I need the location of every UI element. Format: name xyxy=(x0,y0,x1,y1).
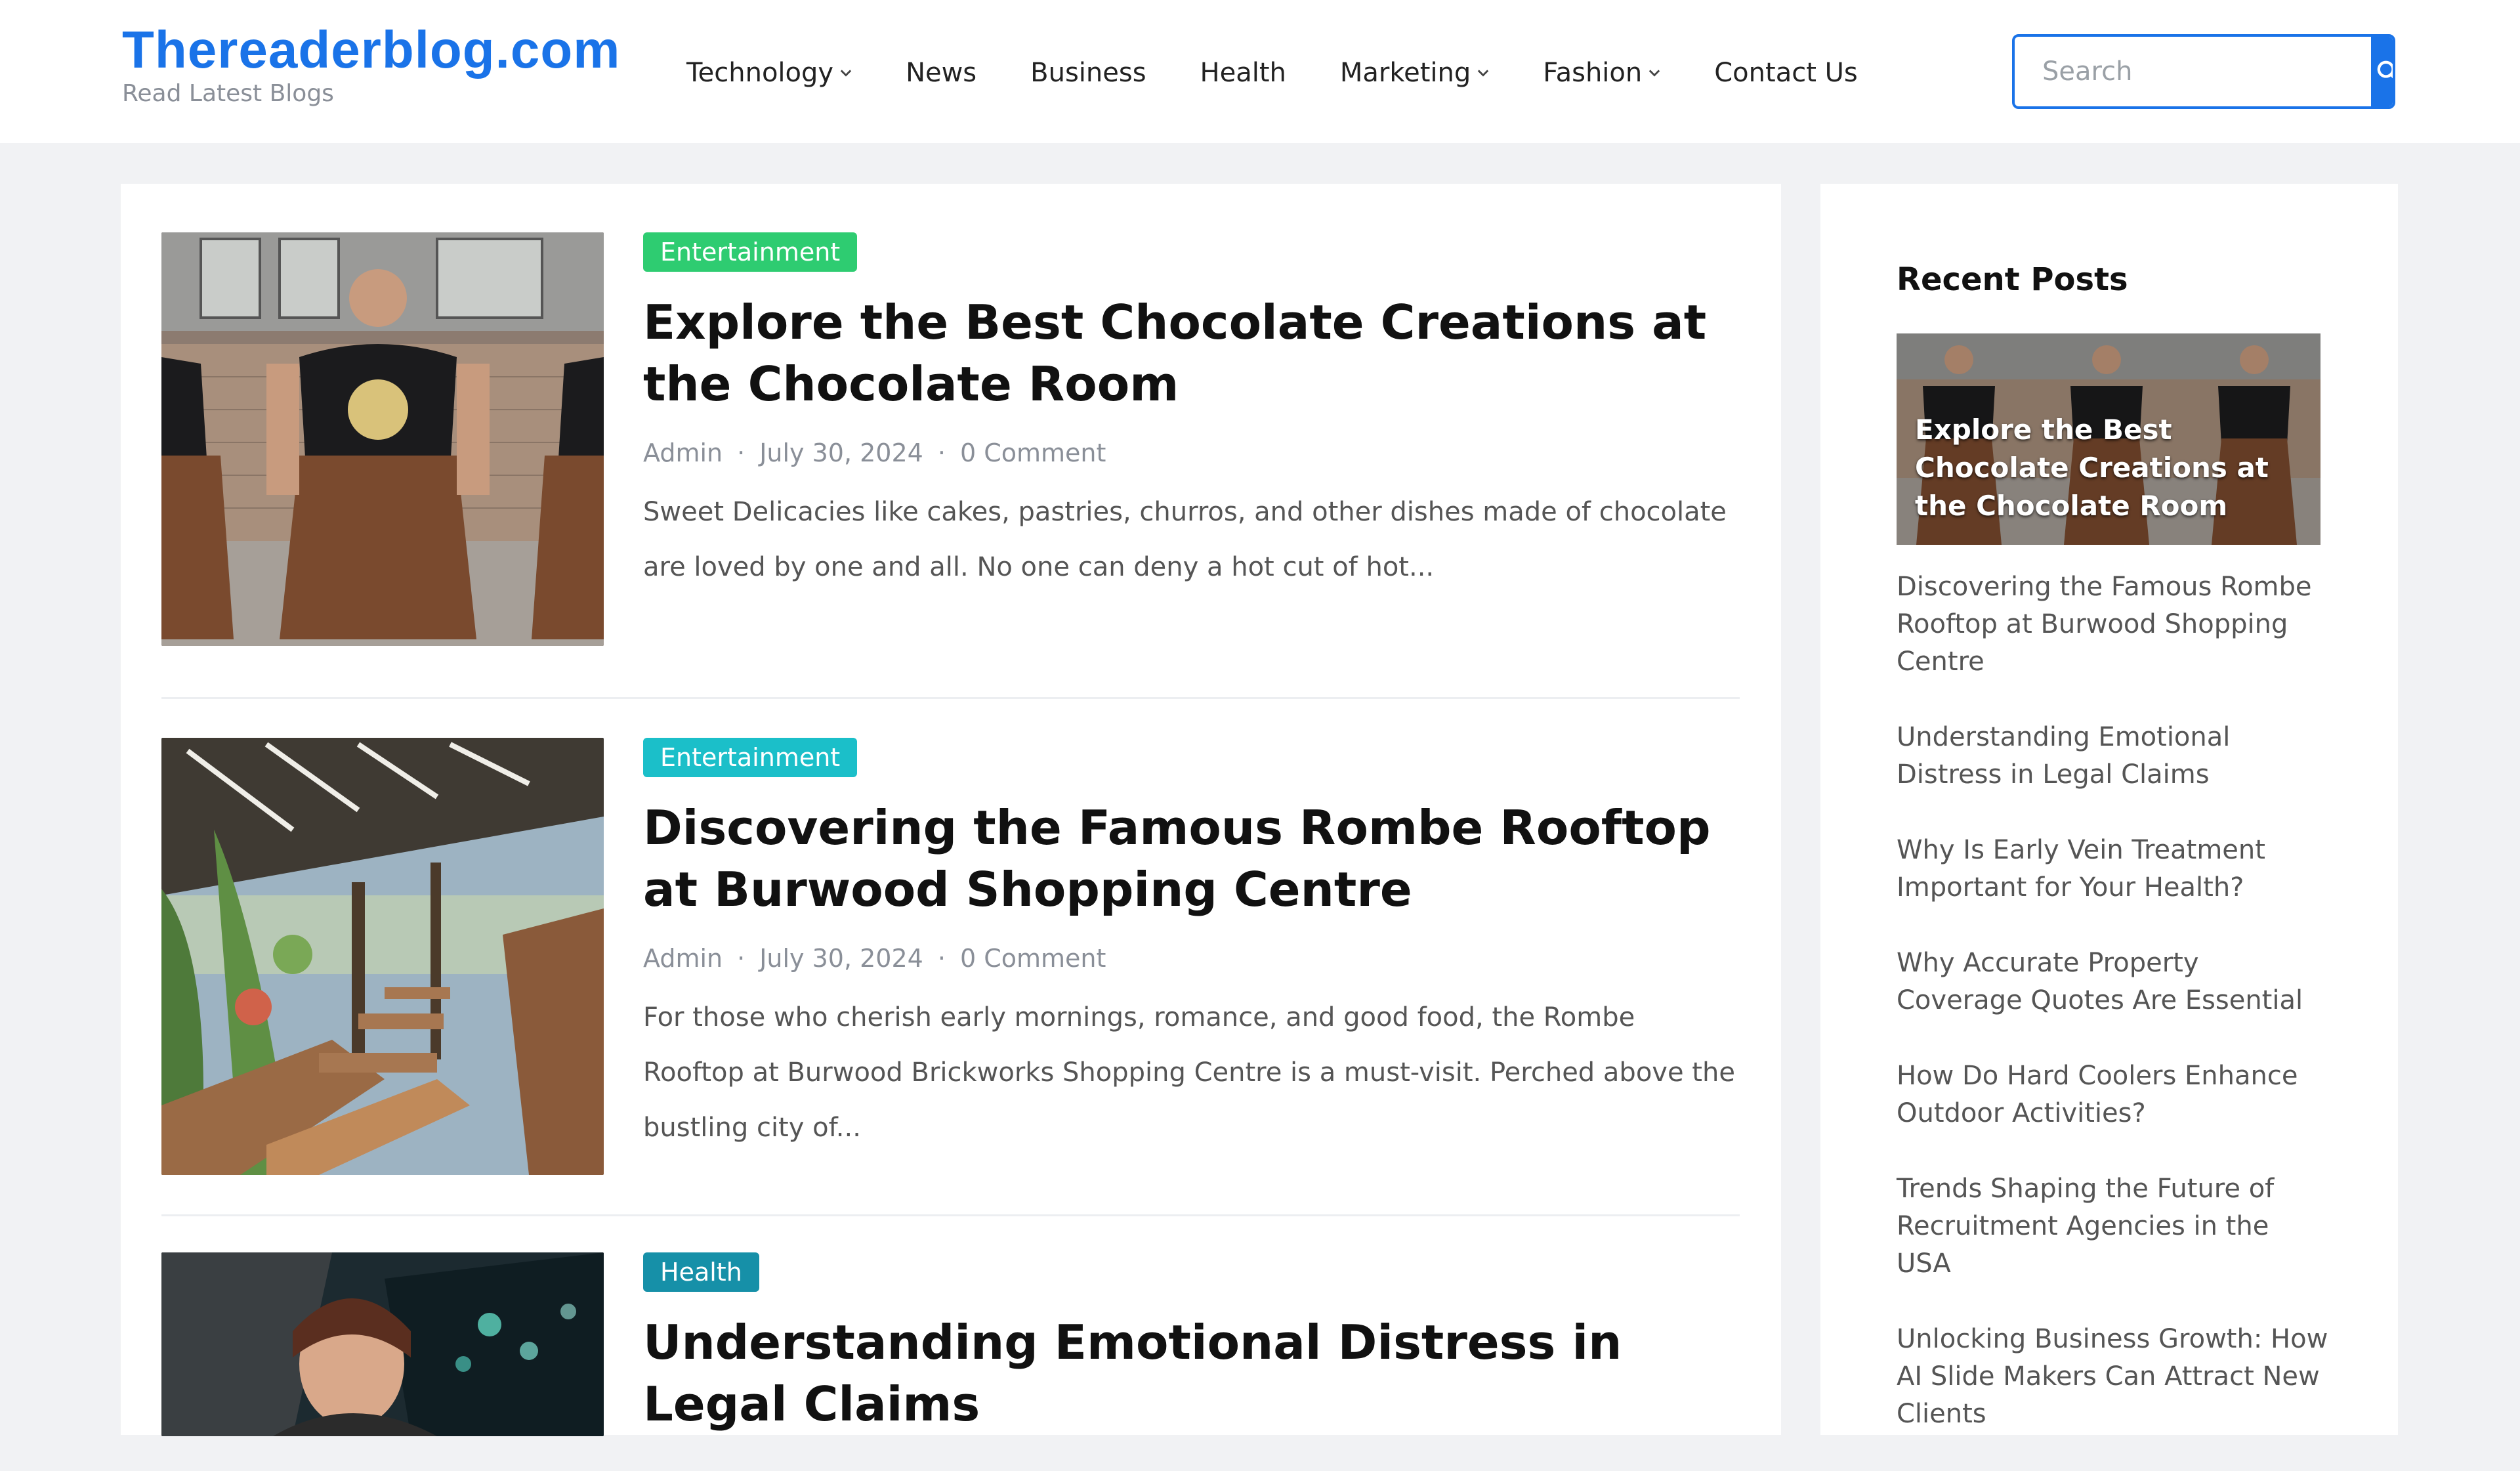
nav-item-label: Marketing xyxy=(1339,58,1471,88)
category-badge[interactable]: Entertainment xyxy=(643,232,858,272)
meta-separator: · xyxy=(737,944,746,973)
post-image xyxy=(161,738,604,1175)
post-comments[interactable]: 0 Comment xyxy=(960,944,1106,973)
nav-item-contact-us[interactable]: Contact Us xyxy=(1714,58,1857,88)
post-thumbnail[interactable] xyxy=(161,1252,604,1436)
brand: Thereaderblog.com Read Latest Blogs xyxy=(122,24,620,108)
post-author[interactable]: Admin xyxy=(643,944,723,973)
search-icon xyxy=(2377,60,2393,79)
meta-separator: · xyxy=(937,944,946,973)
post-excerpt: For those who cherish early mornings, ro… xyxy=(643,1002,1735,1143)
post-thumbnail[interactable] xyxy=(161,232,604,646)
nav-item-business[interactable]: Business xyxy=(1030,58,1146,88)
nav-item-health[interactable]: Health xyxy=(1200,58,1286,88)
main-nav: Technology News Business Health Marketin… xyxy=(686,58,1858,88)
site-header: Thereaderblog.com Read Latest Blogs Tech… xyxy=(0,0,2520,143)
post-body: Health Understanding Emotional Distress … xyxy=(643,1252,1739,1435)
post-meta: Admin · July 30, 2024 · 0 Comment xyxy=(643,944,1739,973)
recent-posts-title: Recent Posts xyxy=(1897,261,2128,298)
search-button[interactable] xyxy=(2371,37,2393,106)
post-excerpt: Sweet Delicacies like cakes, pastries, c… xyxy=(643,497,1727,582)
site-title-link[interactable]: Thereaderblog.com xyxy=(122,24,620,76)
post-title[interactable]: Understanding Emotional Distress in Lega… xyxy=(643,1311,1739,1435)
post-date[interactable]: July 30, 2024 xyxy=(759,944,923,973)
recent-post-link[interactable]: Understanding Emotional Distress in Lega… xyxy=(1897,719,2330,794)
recent-post-link[interactable]: Why Accurate Property Coverage Quotes Ar… xyxy=(1897,945,2330,1019)
post-date[interactable]: July 30, 2024 xyxy=(759,438,923,467)
post-image xyxy=(161,1252,604,1436)
nav-item-label: Contact Us xyxy=(1714,58,1858,88)
search-box xyxy=(2012,34,2395,109)
post-item: Entertainment Explore the Best Chocolate… xyxy=(161,232,1740,646)
nav-item-label: Technology xyxy=(686,58,834,88)
post-image xyxy=(161,232,604,646)
post-divider xyxy=(161,697,1740,699)
post-title[interactable]: Discovering the Famous Rombe Rooftop at … xyxy=(643,797,1739,920)
post-comments[interactable]: 0 Comment xyxy=(960,438,1106,467)
category-badge[interactable]: Health xyxy=(643,1252,759,1292)
chevron-down-icon xyxy=(1478,70,1489,77)
recent-post-link[interactable]: Why Is Early Vein Treatment Important fo… xyxy=(1897,832,2330,906)
post-author[interactable]: Admin xyxy=(643,438,723,467)
post-list: Entertainment Explore the Best Chocolate… xyxy=(121,184,1781,1436)
search-input[interactable] xyxy=(2015,37,2371,106)
nav-item-label: Fashion xyxy=(1543,58,1643,88)
sidebar: Recent Posts Explore the Best Chocolate … xyxy=(1820,184,2398,1435)
nav-item-fashion[interactable]: Fashion xyxy=(1543,58,1660,88)
recent-post-link[interactable]: Trends Shaping the Future of Recruitment… xyxy=(1897,1170,2330,1283)
recent-posts-list: Discovering the Famous Rombe Rooftop at … xyxy=(1897,568,2330,1471)
post-meta: Admin · July 30, 2024 · 0 Comment xyxy=(643,438,1739,467)
category-badge[interactable]: Entertainment xyxy=(643,738,858,777)
post-item: Health Understanding Emotional Distress … xyxy=(161,1252,1740,1436)
nav-item-label: News xyxy=(906,58,977,88)
nav-item-news[interactable]: News xyxy=(906,58,976,88)
nav-item-label: Business xyxy=(1030,58,1146,88)
nav-item-label: Health xyxy=(1200,58,1286,88)
nav-item-technology[interactable]: Technology xyxy=(686,58,852,88)
featured-post-title[interactable]: Explore the Best Chocolate Creations at … xyxy=(1915,411,2302,525)
nav-item-marketing[interactable]: Marketing xyxy=(1340,58,1489,88)
chevron-down-icon xyxy=(1649,70,1660,77)
post-thumbnail[interactable] xyxy=(161,738,604,1175)
recent-post-link[interactable]: Discovering the Famous Rombe Rooftop at … xyxy=(1897,568,2330,681)
recent-post-link[interactable]: How Do Hard Coolers Enhance Outdoor Acti… xyxy=(1897,1057,2330,1132)
post-title[interactable]: Explore the Best Chocolate Creations at … xyxy=(643,291,1739,415)
recent-post-link[interactable]: Unlocking Business Growth: How AI Slide … xyxy=(1897,1321,2330,1433)
post-divider xyxy=(161,1214,1740,1216)
post-item: Entertainment Discovering the Famous Rom… xyxy=(161,738,1740,1178)
meta-separator: · xyxy=(937,438,946,467)
featured-post[interactable]: Explore the Best Chocolate Creations at … xyxy=(1897,333,2320,545)
chevron-down-icon xyxy=(840,70,852,77)
meta-separator: · xyxy=(737,438,746,467)
post-body: Entertainment Explore the Best Chocolate… xyxy=(643,232,1739,621)
post-body: Entertainment Discovering the Famous Rom… xyxy=(643,738,1739,1182)
site-tagline: Read Latest Blogs xyxy=(122,80,334,107)
